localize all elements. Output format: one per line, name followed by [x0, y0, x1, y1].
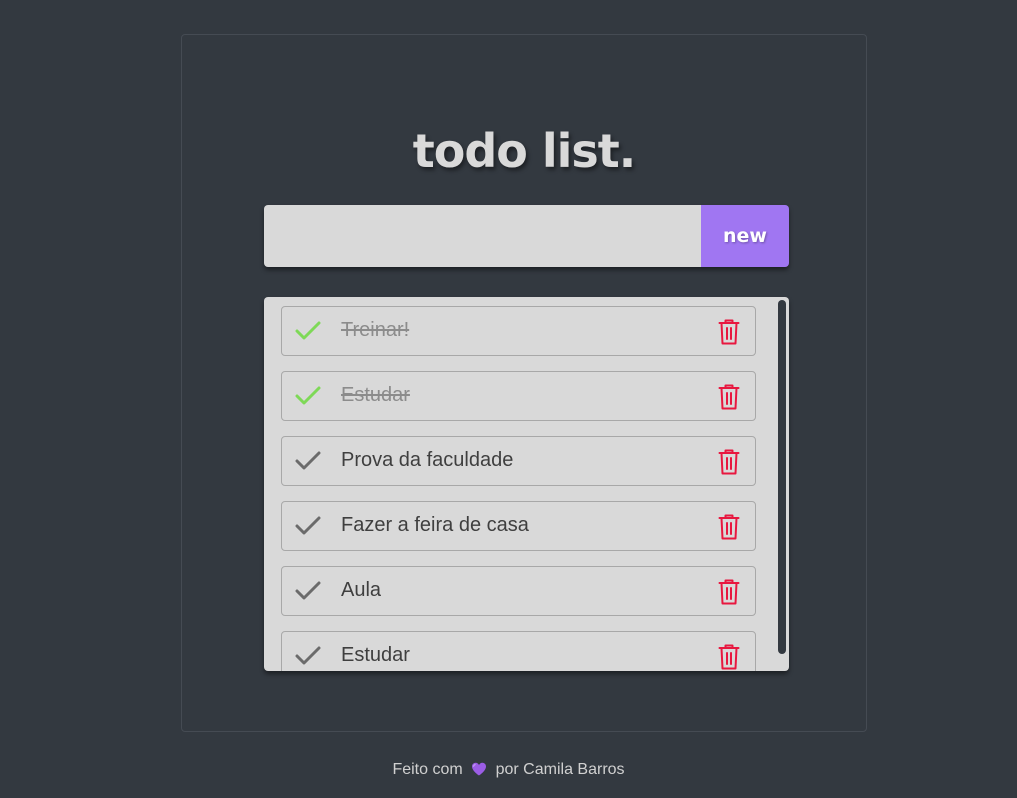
todo-text: Prova da faculdade — [341, 449, 514, 471]
footer-prefix: Feito com — [392, 761, 463, 778]
list-scrollbar[interactable] — [778, 300, 786, 654]
todo-item: Prova da faculdade — [281, 436, 756, 486]
check-icon[interactable] — [295, 385, 321, 407]
todo-list-panel: Treinar! Estudar Prova da faculdade Fazer a… — [264, 297, 789, 671]
trash-icon[interactable] — [718, 579, 740, 605]
purple-heart-icon — [472, 762, 487, 776]
todo-text: Estudar — [341, 384, 410, 406]
todo-text: Aula — [341, 579, 382, 601]
trash-icon[interactable] — [718, 514, 740, 540]
todo-item: Fazer a feira de casa — [281, 501, 756, 551]
new-todo-button[interactable]: new — [701, 205, 789, 267]
todo-card: todo list. new Treinar! Estudar Prova da f… — [181, 34, 867, 732]
check-icon[interactable] — [295, 515, 321, 537]
trash-icon[interactable] — [718, 644, 740, 670]
todo-item: Estudar — [281, 631, 756, 671]
todo-text: Treinar! — [341, 319, 410, 341]
trash-icon[interactable] — [718, 319, 740, 345]
new-todo-input[interactable] — [264, 205, 701, 267]
trash-icon[interactable] — [718, 384, 740, 410]
check-icon[interactable] — [295, 450, 321, 472]
todo-list: Treinar! Estudar Prova da faculdade Fazer a… — [281, 306, 756, 671]
new-todo-form: new — [264, 205, 789, 267]
page-title: todo list. — [412, 124, 637, 178]
todo-item: Estudar — [281, 371, 756, 421]
check-icon[interactable] — [295, 580, 321, 602]
footer-author: por Camila Barros — [495, 761, 625, 778]
check-icon[interactable] — [295, 320, 321, 342]
footer: Feito com por Camila Barros — [0, 760, 1017, 780]
check-icon[interactable] — [295, 645, 321, 667]
todo-text: Fazer a feira de casa — [341, 514, 529, 536]
todo-item: Treinar! — [281, 306, 756, 356]
todo-item: Aula — [281, 566, 756, 616]
trash-icon[interactable] — [718, 449, 740, 475]
todo-text: Estudar — [341, 644, 410, 666]
